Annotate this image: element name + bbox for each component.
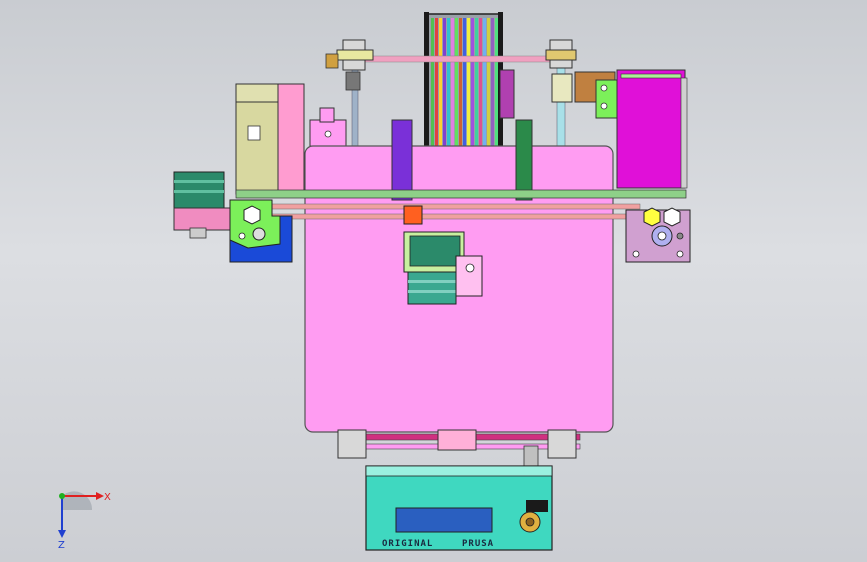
- x-axis-rail: [235, 189, 687, 199]
- power-supply-box: [616, 69, 688, 189]
- lcd-brand-right: PRUSA: [462, 539, 494, 549]
- bottom-rods: [337, 429, 581, 467]
- cad-viewport[interactable]: ORIGINAL PRUSA X Z: [0, 0, 867, 562]
- left-y-motor: [173, 171, 235, 239]
- prusa-knob-icon[interactable]: [519, 511, 541, 533]
- small-pink-fitting: [309, 107, 347, 147]
- right-x-end: [625, 207, 691, 263]
- spool-holder-right: [515, 119, 533, 201]
- spool-holder-mid: [499, 69, 515, 119]
- z-axis-label: Z: [58, 540, 65, 551]
- x-axis-label: X: [104, 492, 111, 503]
- axis-triad-icon: X Z: [58, 491, 111, 551]
- top-left-carriage: [325, 39, 374, 91]
- lcd-brand-left: ORIGINAL: [382, 539, 433, 549]
- left-x-end: [229, 199, 293, 263]
- left-z-motor-housing: [235, 83, 305, 195]
- lcd-controller: ORIGINAL PRUSA: [365, 465, 553, 551]
- spool-holder-left: [391, 119, 413, 201]
